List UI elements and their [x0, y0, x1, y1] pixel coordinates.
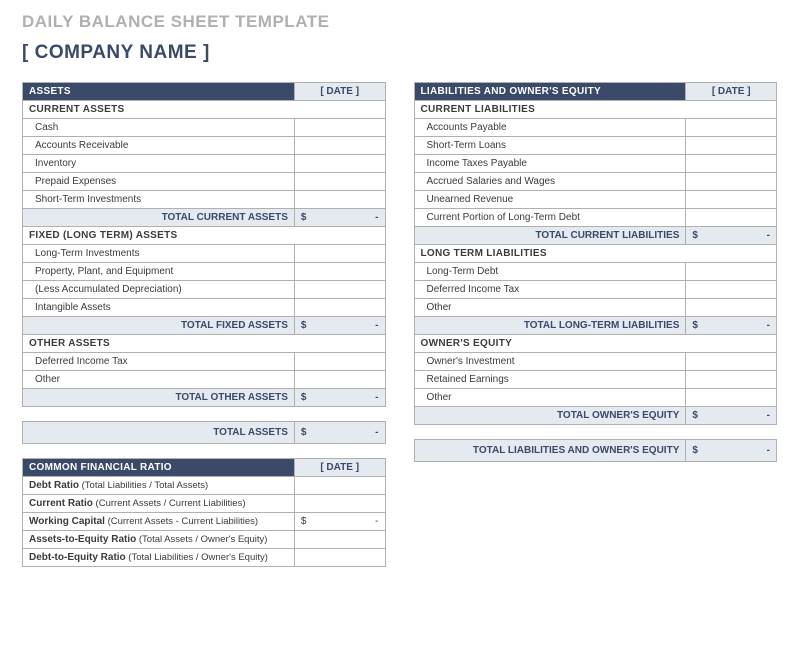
ratio-value	[294, 495, 385, 513]
liabilities-column: LIABILITIES AND OWNER'S EQUITY [ DATE ] …	[414, 82, 778, 567]
ratio-label: Debt Ratio (Total Liabilities / Total As…	[23, 477, 295, 495]
assets-table: ASSETS [ DATE ] CURRENT ASSETS Cash Acco…	[22, 82, 386, 407]
ratio-date: [ DATE ]	[294, 459, 385, 477]
item-value	[686, 173, 777, 191]
item-value	[294, 191, 385, 209]
item-value	[686, 353, 777, 371]
total-current-assets-value: $-	[294, 209, 385, 227]
ratio-label: Debt-to-Equity Ratio (Total Liabilities …	[23, 549, 295, 567]
item-label: Long-Term Investments	[23, 245, 295, 263]
fixed-assets-title: FIXED (LONG TERM) ASSETS	[23, 227, 386, 245]
ratio-value	[294, 477, 385, 495]
total-long-term-liabilities-value: $-	[686, 317, 777, 335]
item-value	[686, 299, 777, 317]
item-label: Retained Earnings	[414, 371, 686, 389]
item-value	[686, 281, 777, 299]
item-label: (Less Accumulated Depreciation)	[23, 281, 295, 299]
item-label: Other	[23, 371, 295, 389]
item-label: Other	[414, 389, 686, 407]
item-value	[294, 137, 385, 155]
total-long-term-liabilities-label: TOTAL LONG-TERM LIABILITIES	[414, 317, 686, 335]
total-other-assets-value: $-	[294, 389, 385, 407]
total-other-assets-label: TOTAL OTHER ASSETS	[23, 389, 295, 407]
current-liabilities-title: CURRENT LIABILITIES	[414, 101, 777, 119]
item-label: Accrued Salaries and Wages	[414, 173, 686, 191]
total-assets-value: $-	[294, 422, 385, 444]
liabilities-table: LIABILITIES AND OWNER'S EQUITY [ DATE ] …	[414, 82, 778, 425]
item-value	[294, 263, 385, 281]
item-value	[686, 263, 777, 281]
total-assets-label: TOTAL ASSETS	[23, 422, 295, 444]
item-label: Accounts Receivable	[23, 137, 295, 155]
total-owners-equity-label: TOTAL OWNER'S EQUITY	[414, 407, 686, 425]
item-label: Owner's Investment	[414, 353, 686, 371]
item-label: Property, Plant, and Equipment	[23, 263, 295, 281]
total-liab-equity-value: $-	[686, 440, 777, 462]
item-value	[294, 353, 385, 371]
item-value	[294, 245, 385, 263]
ratio-value	[294, 531, 385, 549]
item-value	[294, 173, 385, 191]
total-liab-equity-table: TOTAL LIABILITIES AND OWNER'S EQUITY$-	[414, 439, 778, 462]
company-name: [ COMPANY NAME ]	[22, 42, 777, 64]
doc-title: DAILY BALANCE SHEET TEMPLATE	[22, 12, 777, 32]
item-value	[294, 299, 385, 317]
ratio-table: COMMON FINANCIAL RATIO [ DATE ] Debt Rat…	[22, 458, 386, 567]
item-label: Prepaid Expenses	[23, 173, 295, 191]
item-label: Deferred Income Tax	[414, 281, 686, 299]
item-label: Short-Term Loans	[414, 137, 686, 155]
ratio-label: Working Capital (Current Assets - Curren…	[23, 513, 295, 531]
ratio-label: Current Ratio (Current Assets / Current …	[23, 495, 295, 513]
item-label: Cash	[23, 119, 295, 137]
item-label: Accounts Payable	[414, 119, 686, 137]
total-current-assets-label: TOTAL CURRENT ASSETS	[23, 209, 295, 227]
liabilities-date: [ DATE ]	[686, 83, 777, 101]
total-fixed-assets-value: $-	[294, 317, 385, 335]
item-value	[294, 119, 385, 137]
total-liab-equity-label: TOTAL LIABILITIES AND OWNER'S EQUITY	[414, 440, 686, 462]
item-value	[294, 281, 385, 299]
item-label: Other	[414, 299, 686, 317]
item-value	[686, 119, 777, 137]
ratio-value: $-	[294, 513, 385, 531]
ratio-header: COMMON FINANCIAL RATIO	[23, 459, 295, 477]
assets-column: ASSETS [ DATE ] CURRENT ASSETS Cash Acco…	[22, 82, 386, 567]
other-assets-title: OTHER ASSETS	[23, 335, 386, 353]
item-label: Deferred Income Tax	[23, 353, 295, 371]
item-value	[686, 137, 777, 155]
item-label: Intangible Assets	[23, 299, 295, 317]
total-current-liabilities-label: TOTAL CURRENT LIABILITIES	[414, 227, 686, 245]
item-value	[686, 191, 777, 209]
total-fixed-assets-label: TOTAL FIXED ASSETS	[23, 317, 295, 335]
owners-equity-title: OWNER'S EQUITY	[414, 335, 777, 353]
item-value	[686, 389, 777, 407]
item-label: Income Taxes Payable	[414, 155, 686, 173]
item-label: Inventory	[23, 155, 295, 173]
total-current-liabilities-value: $-	[686, 227, 777, 245]
item-label: Unearned Revenue	[414, 191, 686, 209]
ratio-value	[294, 549, 385, 567]
item-value	[294, 155, 385, 173]
current-assets-title: CURRENT ASSETS	[23, 101, 386, 119]
item-value	[294, 371, 385, 389]
item-value	[686, 371, 777, 389]
total-owners-equity-value: $-	[686, 407, 777, 425]
item-value	[686, 155, 777, 173]
ratio-label: Assets-to-Equity Ratio (Total Assets / O…	[23, 531, 295, 549]
assets-date: [ DATE ]	[294, 83, 385, 101]
assets-header: ASSETS	[23, 83, 295, 101]
item-label: Current Portion of Long-Term Debt	[414, 209, 686, 227]
liabilities-header: LIABILITIES AND OWNER'S EQUITY	[414, 83, 686, 101]
item-value	[686, 209, 777, 227]
total-assets-table: TOTAL ASSETS$-	[22, 421, 386, 444]
item-label: Short-Term Investments	[23, 191, 295, 209]
item-label: Long-Term Debt	[414, 263, 686, 281]
long-term-liabilities-title: LONG TERM LIABILITIES	[414, 245, 777, 263]
